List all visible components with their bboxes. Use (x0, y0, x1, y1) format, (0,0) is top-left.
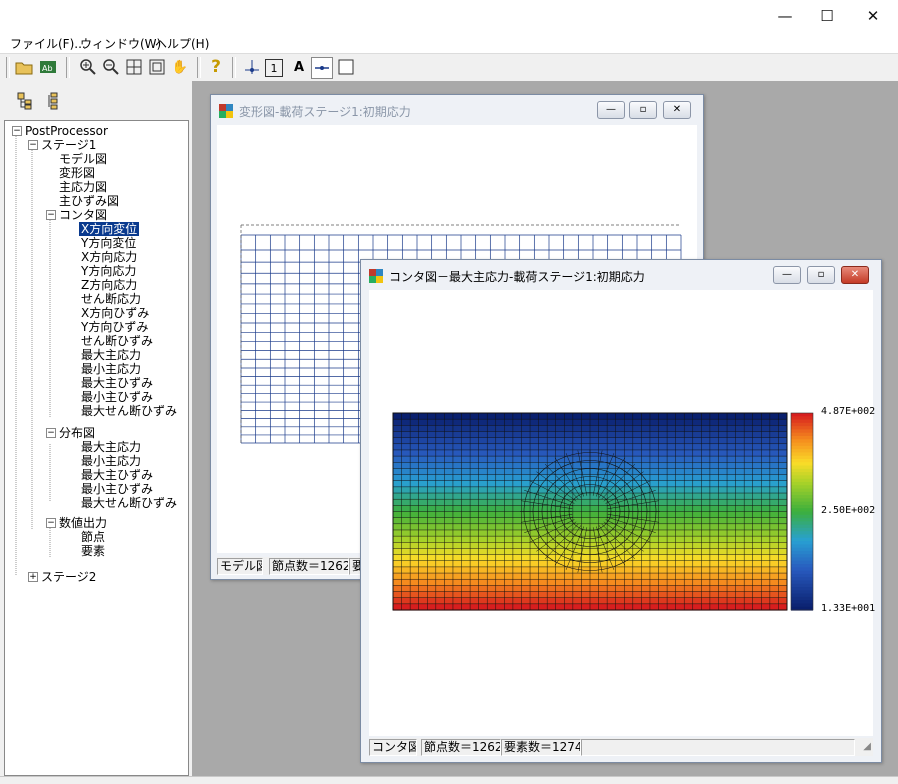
status-element-count: 要素数＝1274 (501, 739, 581, 756)
tree-principal-strain[interactable]: 主ひずみ図 (59, 194, 119, 208)
collapse-toggle[interactable]: − (46, 518, 56, 528)
tree-contour-item[interactable]: X方向応力 (81, 250, 137, 264)
tree-distribution-item[interactable]: 最大主ひずみ (81, 468, 153, 482)
tree-contour-item[interactable]: Y方向応力 (81, 264, 136, 278)
menu-bar: ファイル(F)... ウィンドウ(W) ヘルプ(H) (0, 33, 898, 53)
legend-mid-label: 2.50E+002 (821, 505, 876, 516)
expand-toggle[interactable]: + (28, 572, 38, 582)
collapse-toggle[interactable]: − (46, 428, 56, 438)
contour-window-title: コンタ図－最大主応力-載荷ステージ1:初期応力 (389, 270, 645, 284)
tree-deform[interactable]: 変形図 (59, 166, 95, 180)
toolbar-separator (197, 57, 201, 78)
svg-text:Ab: Ab (42, 64, 53, 73)
window-minimize-icon[interactable]: — (773, 266, 801, 284)
tree-contour-item[interactable]: せん断ひずみ (81, 334, 153, 348)
tree-stage2[interactable]: ステージ2 (41, 570, 96, 584)
tree-distribution-item[interactable]: 最大主応力 (81, 440, 141, 454)
window-minimize-icon[interactable]: — (597, 101, 625, 119)
tree-contour-item[interactable]: Z方向応力 (81, 278, 137, 292)
menu-window[interactable]: ウィンドウ(W) (80, 35, 161, 52)
tree-collapse-icon[interactable] (44, 91, 66, 111)
tree-distribution-item[interactable]: 最小主ひずみ (81, 482, 153, 496)
toolbar-separator (6, 57, 10, 78)
tree-contour-item[interactable]: Y方向変位 (81, 236, 136, 250)
status-mode: コンタ図 (369, 739, 417, 756)
resize-grip-icon[interactable]: ◢ (863, 741, 871, 752)
contour-window[interactable]: コンタ図－最大主応力-載荷ステージ1:初期応力 — ▫ ✕ 4.87E+002 … (360, 259, 882, 763)
app-title-bar: — ☐ ✕ (0, 0, 898, 33)
tree-distribution[interactable]: 分布図 (59, 426, 95, 440)
minimize-icon[interactable]: — (762, 0, 808, 32)
collapse-toggle[interactable]: − (46, 210, 56, 220)
legend-max-label: 4.87E+002 (821, 406, 876, 417)
zoom-out-icon[interactable] (101, 57, 121, 77)
app-icon (369, 269, 383, 283)
toolbar-separator (66, 57, 70, 78)
collapse-toggle[interactable]: − (12, 126, 22, 136)
status-empty (581, 739, 855, 756)
fit-view-icon[interactable] (124, 57, 144, 77)
open-folder-icon[interactable] (14, 57, 34, 77)
export-icon[interactable]: Ab (38, 57, 58, 77)
contour-plot (392, 412, 814, 611)
tree-distribution-item[interactable]: 最大せん断ひずみ (81, 496, 177, 510)
maximize-icon[interactable]: ☐ (804, 0, 850, 32)
tree-contour-item[interactable]: 最大主応力 (81, 348, 141, 362)
close-icon[interactable]: ✕ (850, 0, 896, 32)
status-node-count: 節点数＝1262 (269, 558, 349, 575)
node-display-icon[interactable] (242, 57, 262, 77)
app-icon (219, 104, 233, 118)
tree-numeric-item[interactable]: 節点 (81, 530, 105, 544)
status-mode: モデル図 (217, 558, 263, 575)
pan-hand-icon[interactable]: ✋ (170, 57, 190, 77)
tree-principal-stress[interactable]: 主応力図 (59, 180, 107, 194)
line-style-icon[interactable] (311, 57, 333, 79)
tree-numeric[interactable]: 数値出力 (59, 516, 107, 530)
tree-contour-item[interactable]: 最小主応力 (81, 362, 141, 376)
tree-contour-item[interactable]: 最大主ひずみ (81, 376, 153, 390)
legend-min-label: 1.33E+001 (821, 603, 876, 614)
result-tree: − PostProcessor − ステージ1 モデル図 変形図 主応力図 主ひ… (4, 120, 189, 776)
deform-window-titlebar[interactable]: 変形図-載荷ステージ1:初期応力 — ▫ ✕ (211, 95, 703, 125)
tree-contour-item[interactable]: X方向変位 (79, 222, 140, 236)
tree-contour-item[interactable]: 最小主ひずみ (81, 390, 153, 404)
tree-stage1[interactable]: ステージ1 (41, 138, 96, 152)
tree-numeric-item[interactable]: 要素 (81, 544, 105, 558)
collapse-toggle[interactable]: − (28, 140, 38, 150)
tree-contour-item[interactable]: せん断応力 (81, 292, 141, 306)
window-close-icon[interactable]: ✕ (663, 101, 691, 119)
window-close-icon[interactable]: ✕ (841, 266, 869, 284)
toolbar: Ab ✋ ? 1 A (0, 53, 898, 82)
tree-contour-item[interactable]: X方向ひずみ (81, 306, 149, 320)
tree-contour-item[interactable]: 最大せん断ひずみ (81, 404, 177, 418)
toolbar-separator (232, 57, 236, 78)
deform-window-title: 変形図-載荷ステージ1:初期応力 (239, 105, 411, 119)
menu-help[interactable]: ヘルプ(H) (155, 35, 209, 52)
contour-window-titlebar[interactable]: コンタ図－最大主応力-載荷ステージ1:初期応力 — ▫ ✕ (361, 260, 881, 290)
status-node-count: 節点数＝1262 (421, 739, 501, 756)
tree-contour-item[interactable]: Y方向ひずみ (81, 320, 148, 334)
rectangle-icon[interactable] (336, 57, 356, 77)
window-restore-icon[interactable]: ▫ (807, 266, 835, 284)
tree-root[interactable]: PostProcessor (25, 124, 108, 138)
tree-expand-icon[interactable] (14, 91, 36, 111)
zoom-in-icon[interactable] (78, 57, 98, 77)
contour-canvas[interactable]: 4.87E+002 2.50E+002 1.33E+001 (369, 290, 876, 736)
contour-status-bar: コンタ図 節点数＝1262 要素数＝1274 ◢ (369, 738, 873, 756)
tree-distribution-item[interactable]: 最小主応力 (81, 454, 141, 468)
menu-file[interactable]: ファイル(F)... (10, 35, 86, 52)
tree-model[interactable]: モデル図 (59, 152, 107, 166)
window-restore-icon[interactable]: ▫ (629, 101, 657, 119)
tree-contour[interactable]: コンタ図 (59, 208, 107, 222)
element-number-icon[interactable]: 1 (265, 59, 283, 77)
help-question-icon[interactable]: ? (206, 57, 226, 77)
text-label-icon[interactable]: A (289, 57, 309, 77)
zoom-window-icon[interactable] (147, 57, 167, 77)
